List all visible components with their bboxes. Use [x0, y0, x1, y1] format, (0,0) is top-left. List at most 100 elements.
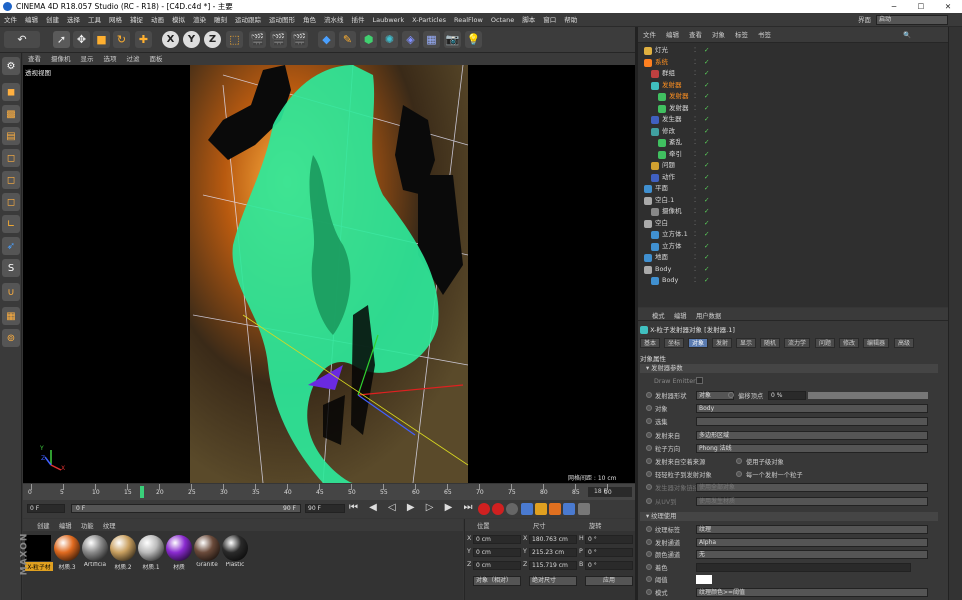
object-row[interactable]: 空白.1 ⁚ ✓: [638, 195, 948, 207]
array-button[interactable]: ✺: [381, 31, 398, 48]
param-animate-dot[interactable]: [646, 431, 652, 438]
visibility-dots[interactable]: ⁚: [694, 103, 696, 115]
attribute-tab[interactable]: 基本: [640, 338, 661, 348]
coord-mode-select[interactable]: 对象（相对）: [473, 576, 521, 586]
polygons-mode-icon[interactable]: ◻: [2, 193, 20, 211]
viewport-menu-item[interactable]: 过滤: [122, 53, 145, 65]
param-animate-dot[interactable]: [646, 458, 652, 464]
visibility-dots[interactable]: ⁚: [694, 275, 696, 287]
material-menu-item[interactable]: 功能: [81, 521, 94, 530]
menu-item[interactable]: 雕刻: [210, 13, 231, 27]
material-swatch[interactable]: [194, 535, 220, 561]
position-field[interactable]: 0 cm: [473, 548, 521, 557]
position-field[interactable]: 0 cm: [473, 535, 521, 544]
enabled-check-icon[interactable]: ✓: [704, 229, 709, 241]
transform-tool-button[interactable]: ✚: [135, 31, 152, 48]
lock-workplane-icon[interactable]: ⊚: [2, 329, 20, 347]
attribute-menu-item[interactable]: 用户数据: [696, 311, 721, 320]
enabled-check-icon[interactable]: ✓: [704, 126, 709, 138]
viewport-menu-item[interactable]: 查看: [23, 53, 46, 65]
object-row[interactable]: 发射器 ⁚ ✓: [638, 103, 948, 115]
edges-mode-icon[interactable]: ◻: [2, 171, 20, 189]
y-axis-lock-button[interactable]: Y: [183, 31, 200, 48]
tex-animate-dot[interactable]: [646, 576, 652, 583]
attribute-tab[interactable]: 随机: [760, 338, 781, 348]
end-frame-field[interactable]: 90 F: [305, 504, 345, 513]
render-picture-viewer-button[interactable]: 🎬: [270, 31, 287, 48]
visibility-dots[interactable]: ⁚: [694, 68, 696, 80]
visibility-dots[interactable]: ⁚: [694, 172, 696, 184]
position-field[interactable]: 0 cm: [473, 561, 521, 570]
menu-item[interactable]: Laubwerk: [369, 13, 409, 27]
menu-item[interactable]: 角色: [299, 13, 320, 27]
object-menu-item[interactable]: 标签: [730, 27, 753, 43]
param-key-icon[interactable]: [563, 503, 576, 515]
texture-mode-icon[interactable]: ▩: [2, 105, 20, 123]
menu-item[interactable]: 网格: [105, 13, 126, 27]
extra-param-slider[interactable]: [808, 392, 928, 399]
attribute-tab[interactable]: 编辑器: [863, 338, 890, 348]
keyframe-selection-icon[interactable]: [506, 503, 519, 515]
extra-animate-dot[interactable]: [736, 458, 742, 464]
tex-animate-dot[interactable]: [646, 589, 652, 595]
attribute-tab[interactable]: 对象: [688, 338, 709, 348]
layout-select[interactable]: 启动: [876, 15, 948, 25]
enabled-check-icon[interactable]: ✓: [704, 137, 709, 149]
param-animate-dot[interactable]: [646, 392, 652, 398]
perspective-viewport[interactable]: 透视视图 Y X Z 网格间距: 10 cm: [23, 65, 635, 483]
menu-item[interactable]: 帮助: [560, 13, 581, 27]
rotation-key-icon[interactable]: [549, 503, 562, 515]
enabled-check-icon[interactable]: ✓: [704, 57, 709, 69]
object-search-icon[interactable]: 🔍: [898, 27, 916, 43]
maximize-icon[interactable]: ☐: [907, 0, 935, 13]
coordinate-system-button[interactable]: ⬚: [226, 31, 243, 48]
tex-animate-dot[interactable]: [646, 563, 652, 570]
enabled-check-icon[interactable]: ✓: [704, 275, 709, 287]
tex-param-value[interactable]: 无: [696, 550, 928, 560]
attribute-tab[interactable]: 流力学: [784, 338, 811, 348]
visibility-dots[interactable]: ⁚: [694, 149, 696, 161]
rotate-tool-button[interactable]: ↻: [113, 31, 130, 48]
make-editable-icon[interactable]: ⚙: [2, 57, 20, 75]
workplane-grid-icon[interactable]: ▦: [2, 307, 20, 325]
tex-animate-dot[interactable]: [646, 538, 652, 545]
pla-key-icon[interactable]: [577, 503, 590, 515]
autokey-icon[interactable]: [492, 503, 505, 515]
object-row[interactable]: 空白 ⁚ ✓: [638, 218, 948, 230]
param-animate-dot[interactable]: [646, 471, 652, 478]
visibility-dots[interactable]: ⁚: [694, 80, 696, 92]
object-menu-item[interactable]: 查看: [684, 27, 707, 43]
scale-key-icon[interactable]: [534, 503, 547, 515]
right-scroll-strip[interactable]: [948, 27, 962, 600]
enabled-check-icon[interactable]: ✓: [704, 80, 709, 92]
visibility-dots[interactable]: ⁚: [694, 241, 696, 253]
undo-button[interactable]: ↶: [4, 31, 40, 48]
tint-slider[interactable]: [696, 562, 911, 572]
scale-tool-button[interactable]: ■: [93, 31, 110, 48]
enabled-check-icon[interactable]: ✓: [704, 114, 709, 126]
object-row[interactable]: 紊乱 ⁚ ✓: [638, 137, 948, 149]
workplane-icon[interactable]: ▤: [2, 127, 20, 145]
menu-item[interactable]: 运动图形: [265, 13, 299, 27]
visibility-dots[interactable]: ⁚: [694, 183, 696, 195]
enabled-check-icon[interactable]: ✓: [704, 149, 709, 161]
material-menu-item[interactable]: 纹理: [103, 521, 116, 530]
tex-param-value[interactable]: 纹理颜色>=阈值: [696, 588, 928, 597]
param-value[interactable]: Body: [696, 404, 928, 414]
object-menu-item[interactable]: 编辑: [661, 27, 684, 43]
object-row[interactable]: 修改 ⁚ ✓: [638, 126, 948, 138]
enabled-check-icon[interactable]: ✓: [704, 45, 709, 57]
enabled-check-icon[interactable]: ✓: [704, 241, 709, 253]
size-field[interactable]: 180.763 cm: [529, 535, 577, 544]
object-row[interactable]: 系统 ⁚ ✓: [638, 57, 948, 69]
param-value[interactable]: 使用发生材质: [696, 496, 928, 506]
minimize-icon[interactable]: ─: [880, 0, 908, 13]
visibility-dots[interactable]: ⁚: [694, 91, 696, 103]
rotation-field[interactable]: 0 °: [585, 548, 633, 557]
frame-range-slider[interactable]: 0 F 90 F: [71, 504, 301, 513]
object-row[interactable]: 地面 ⁚ ✓: [638, 252, 948, 264]
visibility-dots[interactable]: ⁚: [694, 264, 696, 276]
enabled-check-icon[interactable]: ✓: [704, 91, 709, 103]
spline-pen-button[interactable]: ✎: [339, 31, 356, 48]
live-select-button[interactable]: ➚: [53, 31, 70, 48]
